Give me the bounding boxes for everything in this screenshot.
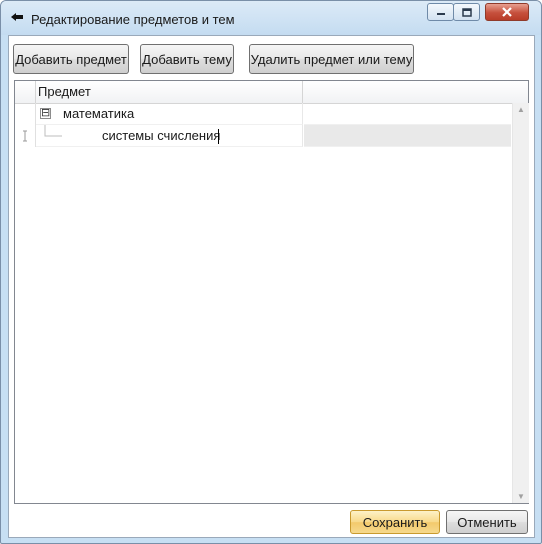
title-bar[interactable]: Редактирование предметов и тем [1, 1, 541, 35]
dialog-window: Редактирование предметов и тем Добавить … [0, 0, 542, 544]
subjects-tree-grid[interactable]: Предмет ⊟ математика системы счисления ▲… [14, 80, 529, 504]
app-icon [11, 13, 23, 21]
collapse-icon[interactable]: ⊟ [40, 107, 51, 119]
empty-cell[interactable] [304, 103, 511, 125]
subject-name: математика [63, 106, 135, 121]
minimize-button[interactable] [427, 3, 454, 21]
column-header-subject[interactable]: Предмет [36, 81, 303, 103]
scroll-down-icon[interactable]: ▼ [517, 492, 525, 501]
grid-header: Предмет [15, 81, 528, 104]
window-title: Редактирование предметов и тем [31, 12, 235, 27]
tree-row-topic[interactable]: системы счисления [15, 125, 511, 147]
close-icon [502, 7, 512, 17]
tree-row-subject[interactable]: ⊟ математика [15, 103, 511, 125]
dialog-content: Добавить предмет Добавить тему Удалить п… [8, 35, 535, 538]
close-button[interactable] [485, 3, 529, 21]
subject-cell[interactable]: ⊟ математика [36, 103, 303, 125]
delete-subject-or-topic-button[interactable]: Удалить предмет или тему [249, 44, 414, 74]
cancel-button[interactable]: Отменить [446, 510, 528, 534]
maximize-icon [461, 7, 472, 17]
topic-cell[interactable]: системы счисления [36, 125, 303, 147]
grid-header-corner [15, 81, 36, 103]
save-button[interactable]: Сохранить [350, 510, 440, 534]
text-cursor-icon [23, 130, 27, 142]
vertical-scrollbar[interactable]: ▲ ▼ [512, 103, 529, 503]
row-header-editing[interactable] [15, 125, 36, 147]
minimize-icon [436, 13, 445, 15]
tree-connector-line [44, 125, 62, 137]
add-topic-button[interactable]: Добавить тему [140, 44, 234, 74]
selected-cell[interactable] [304, 125, 511, 147]
text-caret [218, 129, 219, 144]
topic-name-editor[interactable]: системы счисления [102, 125, 220, 147]
maximize-button[interactable] [453, 3, 480, 21]
scroll-up-icon[interactable]: ▲ [517, 105, 525, 114]
add-subject-button[interactable]: Добавить предмет [13, 44, 129, 74]
row-header[interactable] [15, 103, 36, 125]
